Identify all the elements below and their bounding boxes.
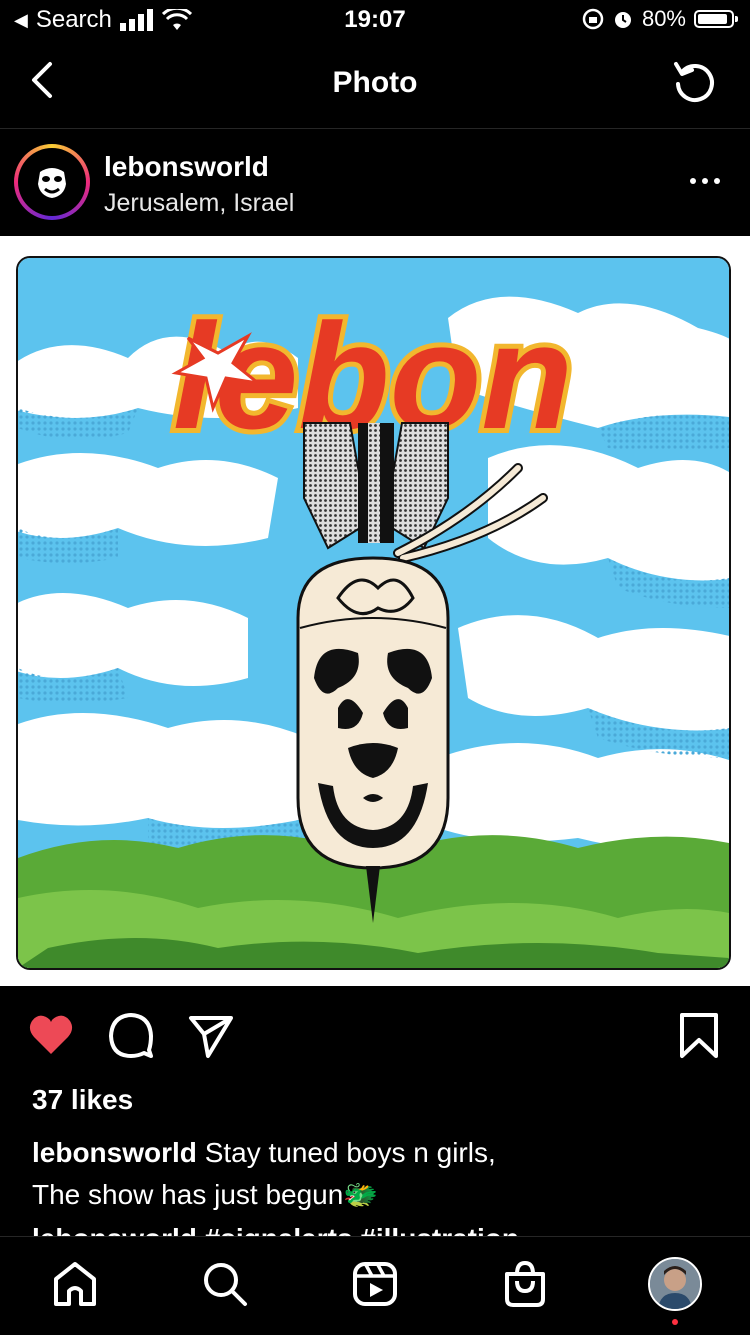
comment-icon[interactable]: [106, 1010, 156, 1060]
tab-bar: [0, 1236, 750, 1335]
send-icon[interactable]: [186, 1010, 236, 1060]
search-icon[interactable]: [200, 1259, 250, 1309]
post-caption: lebonsworld Stay tuned boys n girls, The…: [32, 1132, 722, 1216]
monkey-face-icon: [38, 168, 66, 198]
page-title: Photo: [332, 66, 418, 99]
post-header: lebonsworld Jerusalem, Israel: [0, 129, 750, 235]
battery-icon: [694, 10, 738, 28]
caption-username[interactable]: lebonsworld: [32, 1137, 197, 1168]
artwork-illustration: lebon: [18, 258, 729, 968]
bookmark-icon[interactable]: [674, 1010, 724, 1060]
post-actions: [0, 1000, 750, 1070]
profile-photo-icon: [650, 1259, 700, 1309]
caption-text-line2: The show has just begun: [32, 1179, 344, 1210]
post-photo[interactable]: lebon: [16, 256, 731, 970]
orientation-lock-icon: [582, 8, 604, 30]
post-username[interactable]: lebonsworld: [104, 151, 269, 183]
dragon-emoji: 🐲: [343, 1179, 379, 1210]
refresh-icon[interactable]: [670, 58, 718, 106]
next-caption-text: lebonsworld #signalarts #illustration: [32, 1223, 519, 1236]
status-bar: ◀ Search 19:07 80%: [0, 0, 750, 42]
profile-avatar[interactable]: [648, 1257, 702, 1311]
battery-percent: 80%: [641, 6, 686, 31]
bomb-fins: [303, 422, 449, 550]
nav-bar: Photo: [0, 42, 750, 129]
post-location[interactable]: Jerusalem, Israel: [104, 189, 294, 218]
home-icon[interactable]: [50, 1259, 100, 1309]
avatar[interactable]: [14, 144, 90, 220]
post-photo-container: lebon: [0, 236, 750, 986]
shop-icon[interactable]: [500, 1259, 550, 1309]
alarm-icon: [614, 12, 631, 28]
next-caption-line: lebonsworld #signalarts #illustration: [32, 1218, 722, 1236]
more-icon[interactable]: [688, 167, 722, 195]
heart-icon[interactable]: [26, 1010, 76, 1060]
caption-text-line1: Stay tuned boys n girls,: [204, 1137, 496, 1168]
notification-dot: [672, 1319, 678, 1325]
likes-count[interactable]: 37 likes: [32, 1084, 133, 1116]
reels-icon[interactable]: [350, 1259, 400, 1309]
